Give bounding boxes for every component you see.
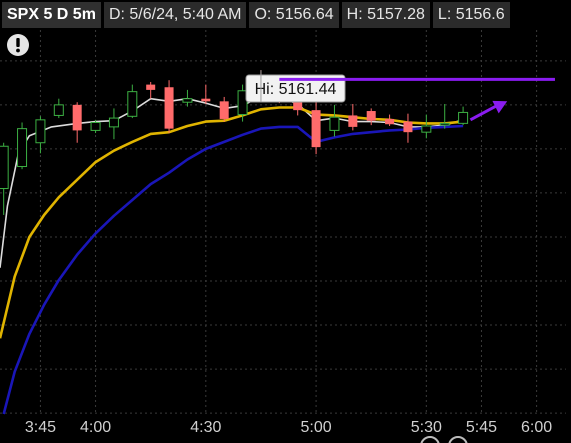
- x-tick-label: 4:00: [80, 419, 111, 436]
- candle-body-up: [127, 91, 138, 117]
- x-tick-label: 3:45: [25, 419, 56, 436]
- x-tick-label: 5:00: [301, 419, 332, 436]
- date-readout: D: 5/6/24, 5:40 AM: [103, 2, 247, 28]
- candle-body-up: [329, 116, 340, 131]
- x-tick-label: 5:30: [411, 419, 442, 436]
- candle-body-up: [35, 119, 46, 144]
- price-chart[interactable]: Hi: 5161.44 3:45 4:00 4:30 5:00 5:30 5:45 6:00: [0, 30, 571, 443]
- symbol-label[interactable]: SPX 5 D 5m: [2, 2, 101, 28]
- candle-body-up: [0, 145, 9, 190]
- candle-body-down: [366, 111, 376, 121]
- chart-header: SPX 5 D 5m D: 5/6/24, 5:40 AM O: 5156.64…: [0, 0, 571, 30]
- candle-body-up: [458, 111, 469, 124]
- candle-body-down: [311, 110, 321, 148]
- candle-body-down: [164, 87, 174, 129]
- alert-icon[interactable]: [7, 34, 29, 56]
- candle-body-up: [108, 117, 119, 128]
- x-tick-label: 6:00: [521, 419, 552, 436]
- candle-body-down: [72, 104, 82, 131]
- candle-body-up: [53, 104, 64, 116]
- open-readout: O: 5156.64: [249, 2, 339, 28]
- candle-body-up: [17, 128, 28, 168]
- candle-body-down: [201, 98, 211, 102]
- candle-body-up: [182, 98, 193, 103]
- x-tick-label: 5:45: [466, 419, 497, 436]
- candle-body-down: [219, 101, 229, 119]
- candle-body-up: [90, 121, 101, 131]
- candle-body-up: [439, 122, 450, 126]
- candle-body-up: [421, 125, 432, 133]
- candle-body-down: [348, 115, 358, 127]
- high-readout: H: 5157.28: [341, 2, 430, 28]
- low-readout: L: 5156.6: [432, 2, 510, 28]
- candle-body-down: [403, 121, 413, 133]
- candle-body-down: [146, 84, 156, 90]
- high-tooltip-label: Hi: 5161.44: [255, 81, 337, 98]
- candle-body-down: [385, 118, 395, 125]
- x-tick-label: 4:30: [190, 419, 221, 436]
